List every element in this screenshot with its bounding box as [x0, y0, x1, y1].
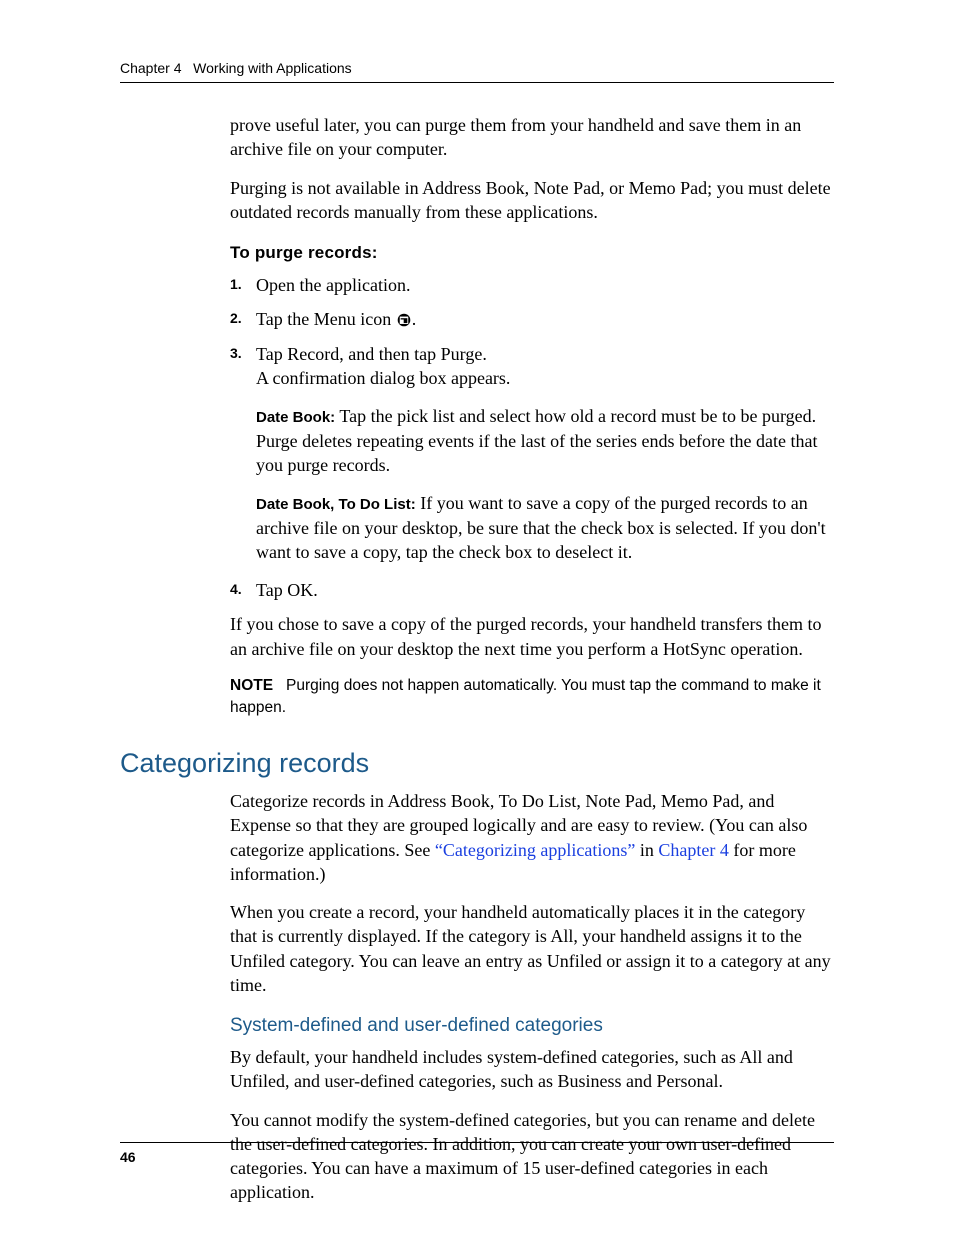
step-number: 3.: [230, 344, 242, 363]
procedure-steps: 1. Open the application. 2. Tap the Menu…: [230, 273, 834, 602]
intro-p2: Purging is not available in Address Book…: [230, 176, 834, 225]
procedure-note: NOTE Purging does not happen automatical…: [230, 675, 834, 720]
section-p1-b: in: [635, 840, 658, 860]
page-number: 46: [120, 1142, 834, 1165]
note-label: NOTE: [230, 677, 273, 694]
body-content: prove useful later, you can purge them f…: [230, 113, 834, 720]
step-number: 4.: [230, 580, 242, 599]
date-book-text: Tap the pick list and select how old a r…: [256, 406, 817, 475]
link-chapter-4[interactable]: Chapter 4: [658, 840, 728, 860]
subsection-heading-categories: System-defined and user-defined categori…: [230, 1013, 834, 1039]
step-number: 1.: [230, 275, 242, 294]
section-p3: By default, your handheld includes syste…: [230, 1045, 834, 1094]
page: Chapter 4 Working with Applications prov…: [0, 0, 954, 1235]
step-number: 2.: [230, 309, 242, 328]
step-3-sub1: A confirmation dialog box appears.: [256, 366, 834, 390]
intro-p1: prove useful later, you can purge them f…: [230, 113, 834, 162]
step-text: Tap OK.: [256, 580, 318, 600]
procedure-heading: To purge records:: [230, 242, 834, 265]
procedure-after: If you chose to save a copy of the purge…: [230, 612, 834, 661]
step-text: Tap Record, and then tap Purge.: [256, 344, 487, 364]
step-text-prefix: Tap the Menu icon: [256, 309, 396, 329]
running-header: Chapter 4 Working with Applications: [120, 60, 834, 83]
chapter-label: Chapter 4: [120, 60, 181, 76]
section-p2: When you create a record, your handheld …: [230, 900, 834, 997]
section-p1: Categorize records in Address Book, To D…: [230, 789, 834, 886]
section-heading-categorizing: Categorizing records: [120, 748, 834, 779]
date-book-todo-label: Date Book, To Do List:: [256, 496, 416, 513]
date-book-label: Date Book:: [256, 409, 335, 426]
link-categorizing-applications[interactable]: “Categorizing applications”: [435, 840, 635, 860]
step-3-sub3: Date Book, To Do List: If you want to sa…: [256, 491, 834, 564]
step-3: 3. Tap Record, and then tap Purge. A con…: [230, 342, 834, 564]
step-text-suffix: .: [412, 309, 417, 329]
note-text: Purging does not happen automatically. Y…: [230, 677, 821, 716]
step-2: 2. Tap the Menu icon .: [230, 307, 834, 331]
step-4: 4. Tap OK.: [230, 578, 834, 602]
step-text: Open the application.: [256, 275, 410, 295]
step-1: 1. Open the application.: [230, 273, 834, 297]
menu-icon: [397, 309, 411, 323]
step-3-sub2: Date Book: Tap the pick list and select …: [256, 404, 834, 477]
chapter-title: Working with Applications: [193, 60, 351, 76]
